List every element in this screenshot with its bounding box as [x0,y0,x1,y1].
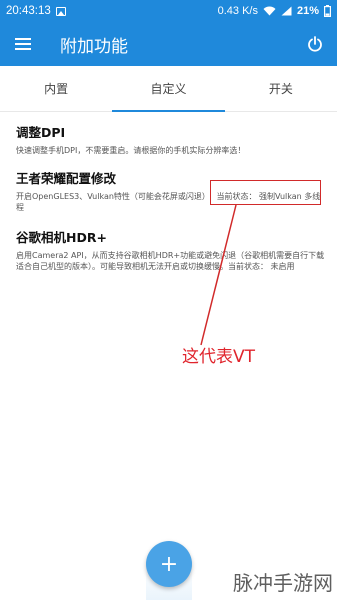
plus-icon: + [159,551,179,577]
add-button[interactable]: + [146,541,192,587]
annotation-arrow [200,204,237,346]
annotation-label: 这代表VT [182,347,256,367]
watermark: 脉冲手游网 [233,571,333,595]
